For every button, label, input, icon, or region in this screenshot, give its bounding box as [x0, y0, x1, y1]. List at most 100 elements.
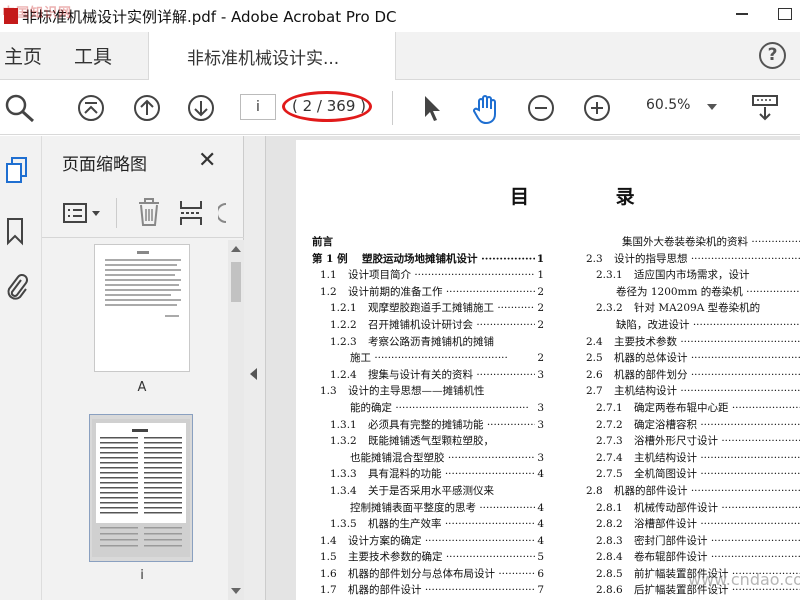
maximize-button[interactable] — [778, 8, 792, 20]
toc-entry-number: 1.3.1 — [330, 418, 357, 431]
first-page-icon[interactable] — [76, 93, 106, 123]
toc-entry-title: 机器的生产效率 ································… — [368, 518, 535, 531]
toc-entry[interactable]: 2.7.4 主机结构设计 ····························… — [578, 450, 800, 467]
toc-entry-number: 2.3.2 — [596, 302, 623, 315]
zoom-dropdown-icon[interactable] — [707, 104, 717, 110]
rotate-page-icon[interactable] — [218, 200, 228, 226]
toc-entry[interactable]: 前言 — [312, 234, 544, 251]
zoom-level[interactable]: 60.5% — [646, 97, 690, 113]
toc-entry[interactable]: 2.8.2 浴槽部件设计 ····························… — [578, 516, 800, 533]
toc-entry[interactable]: 1.6 机器的部件划分与总体布局设计 ······················… — [312, 566, 544, 583]
toc-entry[interactable]: 1.3.5 机器的生产效率 ···························… — [312, 516, 544, 533]
next-page-icon[interactable] — [186, 93, 216, 123]
toc-entry[interactable]: 2.4 主要技术参数 ······························… — [578, 334, 800, 351]
keyboard-scroll-icon[interactable] — [750, 93, 780, 123]
delete-page-icon[interactable] — [136, 198, 162, 228]
toc-entry[interactable]: 1.4 设计方案的确定 ·····························… — [312, 533, 544, 550]
toc-entry[interactable]: 2.7.1 确定两卷布辊中心距 ·························… — [578, 400, 800, 417]
toc-entry-page: 1 — [536, 252, 544, 265]
toc-entry[interactable]: 缺陷，改进设计 ································… — [578, 317, 800, 334]
previous-page-icon[interactable] — [132, 93, 162, 123]
toc-entry[interactable]: 2.7.3 浴槽外形尺寸设计 ··························… — [578, 433, 800, 450]
panel-collapse-strip[interactable] — [244, 136, 266, 600]
toc-entry[interactable]: 1.3.1 必须具有完整的摊铺功能 ·······················… — [312, 417, 544, 434]
toc-entry-title: 具有混料的功能 ································… — [368, 468, 535, 481]
toc-entry-number: 1.6 — [320, 567, 337, 580]
window-title: 非标准机械设计实例详解.pdf - Adobe Acrobat Pro DC — [22, 7, 397, 26]
toc-entry-title: 关于是否采用水平感测仪来 — [368, 484, 494, 497]
toc-entry[interactable]: 控制摊铺表面平整度的思考 ···························… — [312, 500, 544, 517]
toc-entry[interactable]: 1.2.3 考察公路沥青摊铺机的摊铺 — [312, 334, 544, 351]
scrollbar-thumb[interactable] — [231, 262, 241, 302]
toc-entry[interactable]: 2.3 设计的指导思想 ·····························… — [578, 251, 800, 268]
toc-entry[interactable]: 1.7 机器的部件设计 ·····························… — [312, 582, 544, 599]
toc-entry[interactable]: 1.2 设计前期的准备工作 ···························… — [312, 284, 544, 301]
toc-entry-page: 1 — [537, 269, 544, 282]
toc-entry[interactable]: 1.2.1 观摩塑胶跑道手工摊铺施工 ······················… — [312, 300, 544, 317]
toc-entry[interactable]: 1.1 设计项目简介 ······························… — [312, 267, 544, 284]
toc-entry[interactable]: 卷径为 1200mm 的卷染机 ························… — [578, 284, 800, 301]
toc-entry[interactable]: 2.8.1 机械传动部件设计 ··························… — [578, 500, 800, 517]
toc-entry-number: 1.2.1 — [330, 302, 357, 315]
select-pointer-icon[interactable] — [420, 93, 444, 123]
toc-entry[interactable]: 1.2.4 搜集与设计有关的资料 ························… — [312, 367, 544, 384]
toc-entry[interactable]: 2.8.4 卷布辊部件设计 ···························… — [578, 549, 800, 566]
page-number-input[interactable]: i — [240, 94, 276, 120]
toc-entry-number: 1.2 — [320, 285, 337, 298]
toc-entry-page: 4 — [537, 468, 544, 481]
toc-entry[interactable]: 施工 ·····································… — [312, 350, 544, 367]
attachment-icon[interactable] — [4, 272, 30, 304]
thumbnail-page-i[interactable] — [89, 414, 193, 562]
toc-entry-number: 2.3.1 — [596, 269, 623, 282]
toc-entry-number: 2.5 — [586, 352, 603, 365]
toc-entry[interactable]: 2.5 机器的总体设计 ·····························… — [578, 350, 800, 367]
toc-entry-title: 能的确定 ···································… — [350, 401, 529, 414]
zoom-in-icon[interactable] — [582, 93, 612, 123]
scroll-up-icon[interactable] — [231, 246, 241, 252]
toc-entry-number: 1.2.3 — [330, 335, 357, 348]
thumbnail-page-a[interactable] — [94, 244, 190, 372]
toc-entry[interactable]: 2.3.2 针对 MA209A 型卷染机的 — [578, 300, 800, 317]
toc-entry-page: 3 — [537, 451, 544, 464]
toc-entry[interactable]: 2.3.1 适应国内市场需求，设计 — [578, 267, 800, 284]
hand-tool-icon[interactable] — [470, 93, 502, 125]
bookmark-icon[interactable] — [4, 216, 26, 246]
thumbnail-scrollbar[interactable] — [228, 240, 244, 600]
toc-entry[interactable]: 2.7.5 全机简图设计 ····························… — [578, 466, 800, 483]
toc-entry[interactable]: 2.7.2 确定浴槽容积 ····························… — [578, 417, 800, 434]
document-viewport[interactable]: 目 录 前言第 1 例 塑胶运动场地摊铺机设计 ·················… — [266, 136, 800, 600]
toc-entry[interactable]: 也能摊铺混合型塑胶 ······························… — [312, 450, 544, 467]
toc-entry[interactable]: 集国外大卷装卷染机的资料 ···························… — [578, 234, 800, 251]
toc-entry-title: 密封门部件设计 ································… — [634, 534, 800, 547]
tab-document[interactable]: 非标准机械设计实... — [148, 32, 396, 80]
toc-entry-number: 2.7.2 — [596, 418, 623, 431]
insert-page-icon[interactable] — [178, 198, 204, 228]
help-button[interactable]: ? — [759, 42, 786, 69]
toc-entry[interactable]: 2.8.3 密封门部件设计 ···························… — [578, 533, 800, 550]
close-icon[interactable]: ✕ — [198, 148, 216, 173]
collapse-panel-icon[interactable] — [250, 368, 257, 380]
page-thumbnails-icon[interactable] — [4, 156, 30, 186]
minimize-button[interactable] — [736, 13, 748, 15]
toc-entry[interactable]: 第 1 例 塑胶运动场地摊铺机设计 ·······················… — [312, 251, 544, 268]
toc-entry-number: 1.5 — [320, 551, 337, 564]
tab-tools[interactable]: 工具 — [74, 42, 112, 69]
toc-entry[interactable]: 2.6 机器的部件划分 ·····························… — [578, 367, 800, 384]
toc-entry[interactable]: 1.2.2 召开摊铺机设计研讨会 ························… — [312, 317, 544, 334]
scroll-down-icon[interactable] — [231, 588, 241, 594]
toc-entry[interactable]: 1.5 主要技术参数的确定 ···························… — [312, 549, 544, 566]
toc-entry-number: 2.3 — [586, 252, 603, 265]
toc-entry-title: 设计前期的准备工作 ······························… — [348, 285, 536, 298]
thumbnail-options-icon[interactable] — [62, 202, 106, 224]
toc-entry[interactable]: 2.8 机器的部件设计 ·····························… — [578, 483, 800, 500]
toc-entry[interactable]: 2.7 主机结构设计 ······························… — [578, 383, 800, 400]
toc-entry[interactable]: 1.3.4 关于是否采用水平感测仪来 — [312, 483, 544, 500]
zoom-out-icon[interactable] — [526, 93, 556, 123]
toc-entry-page: 7 — [537, 584, 544, 597]
tab-home[interactable]: 主页 — [4, 42, 42, 69]
toc-entry[interactable]: 1.3.2 既能摊铺透气型颗粒塑胶， — [312, 433, 544, 450]
search-icon[interactable] — [4, 93, 36, 123]
toc-entry[interactable]: 1.3 设计的主导思想——摊铺机性 — [312, 383, 544, 400]
toc-entry[interactable]: 1.3.3 具有混料的功能 ···························… — [312, 466, 544, 483]
toc-entry[interactable]: 能的确定 ···································… — [312, 400, 544, 417]
